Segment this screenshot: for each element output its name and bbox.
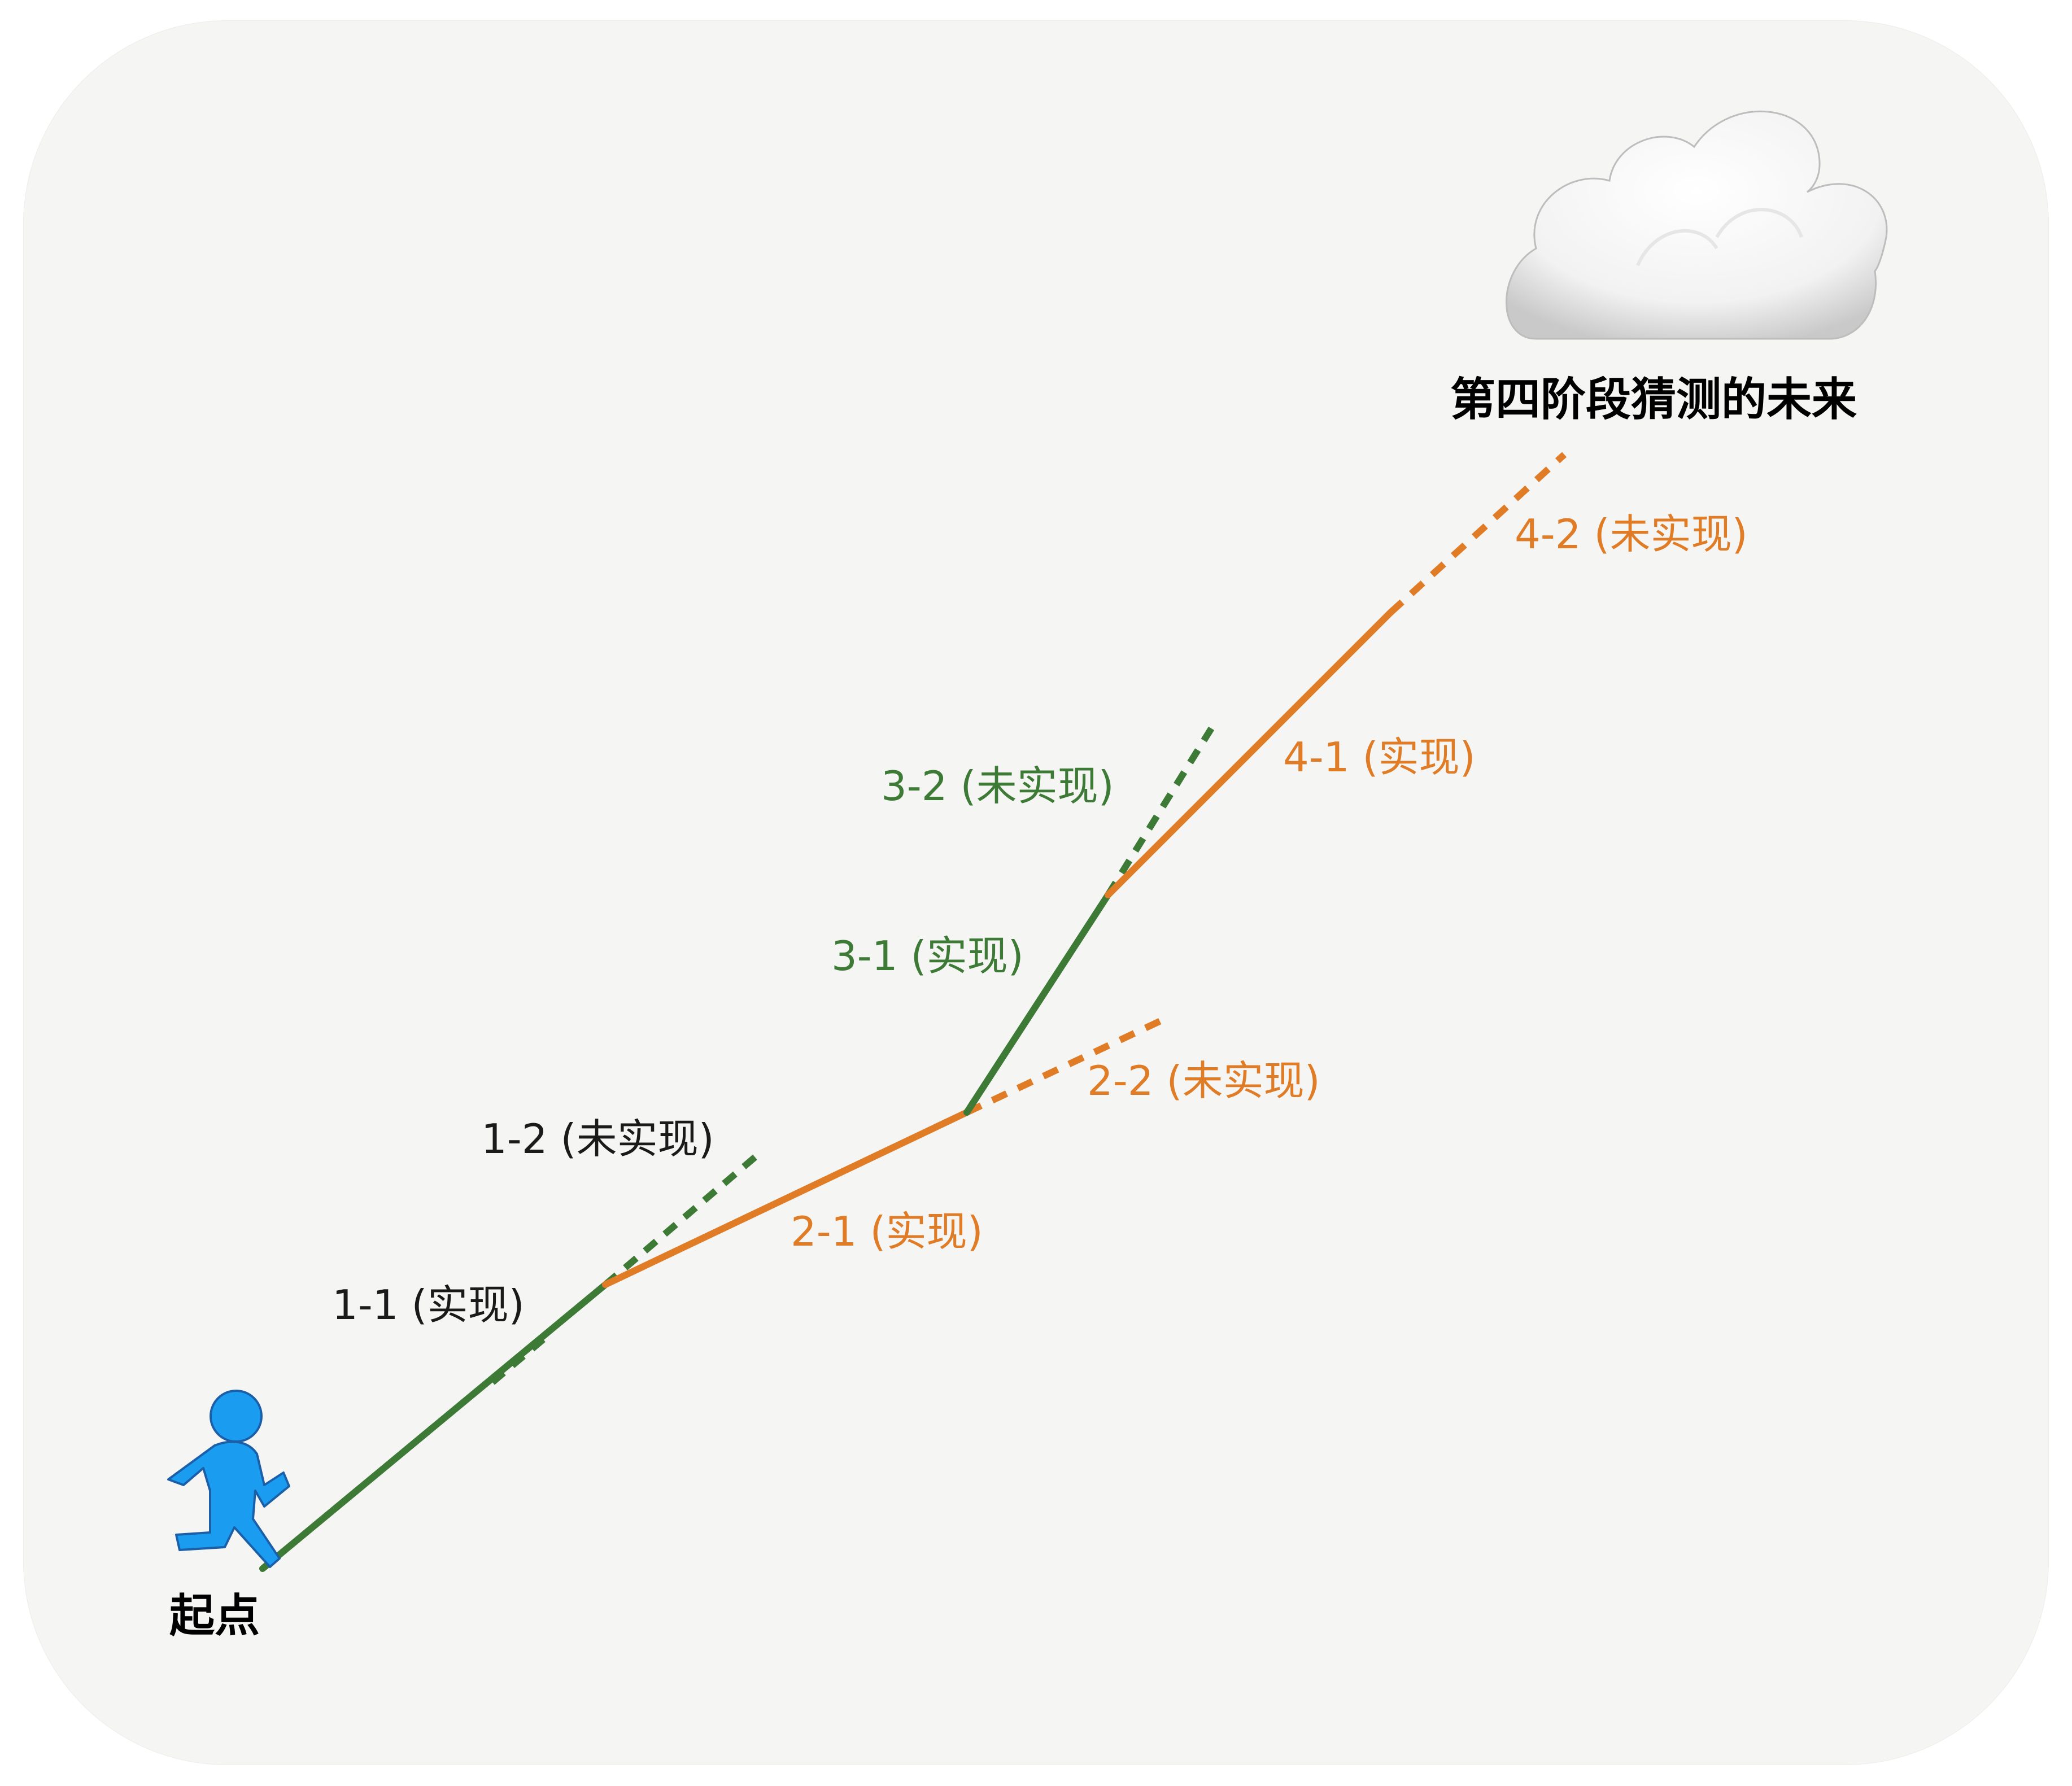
start-label: 起点 (169, 1590, 260, 1642)
segment-3-1-label: 3-1 (实现) (831, 932, 1024, 980)
future-label: 第四阶段猜测的未来 (1450, 373, 1857, 426)
segment-2-2-label: 2-2 (未实现) (1087, 1057, 1320, 1104)
segment-3-2-label: 3-2 (未实现) (881, 762, 1114, 810)
segment-1-2-label: 1-2 (未实现) (481, 1115, 714, 1163)
cloud-icon (1506, 110, 1888, 340)
segment-4-1-label: 4-1 (实现) (1283, 733, 1476, 781)
diagram-canvas: 起点 第四阶段猜测的未来 1-1 (实现) 1-2 (未实现) 2-1 (实现)… (0, 0, 2072, 1786)
segment-4-2-label: 4-2 (未实现) (1515, 510, 1748, 558)
segment-1-1-dashed-tick (490, 1337, 546, 1385)
segment-1-1-label: 1-1 (实现) (332, 1281, 525, 1329)
segment-2-1-label: 2-1 (实现) (791, 1208, 983, 1255)
path-graphic (167, 110, 1888, 1572)
person-running-icon (167, 1390, 290, 1568)
